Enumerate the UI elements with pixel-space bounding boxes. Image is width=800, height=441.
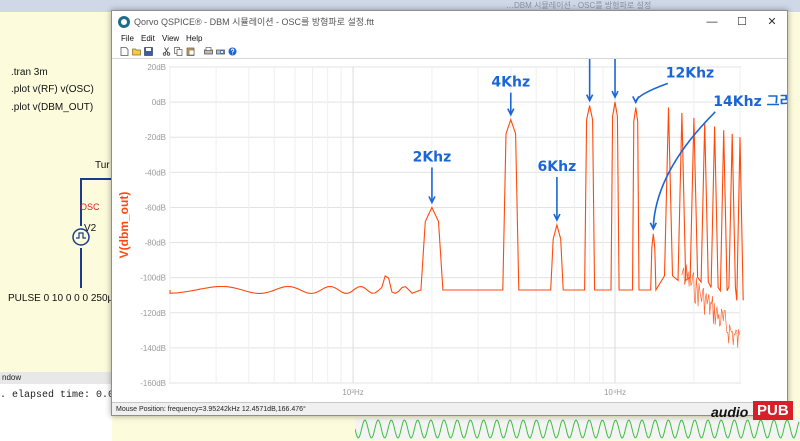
wire [80, 178, 111, 180]
y-tick-label: 20dB [147, 63, 166, 72]
window-titlebar[interactable]: Qorvo QSPICE® - DBM 시뮬레이션 - OSC를 방형파로 설정… [112, 11, 787, 33]
print-icon[interactable] [204, 47, 213, 56]
annotation-label: 4Khz [491, 75, 530, 91]
open-icon[interactable] [132, 47, 141, 56]
x-tick-label: 10⁴Hz [604, 388, 626, 397]
copy-icon[interactable] [174, 47, 183, 56]
menu-help[interactable]: Help [186, 33, 202, 45]
directive-plot-rf-osc: .plot v(RF) v(OSC) [11, 84, 94, 95]
cut-icon[interactable] [162, 47, 171, 56]
y-tick-label: 0dB [152, 98, 166, 107]
logo-pub-text: PUB [753, 401, 793, 420]
y-tick-label: -20dB [145, 133, 166, 142]
close-button[interactable]: ✕ [757, 11, 787, 33]
menu-file[interactable]: File [121, 33, 134, 45]
output-panel-text: . elapsed time: 0.0 [0, 390, 115, 401]
y-tick-label: -100dB [140, 274, 166, 283]
directive-plot-dbm-out: .plot v(DBM_OUT) [11, 102, 94, 113]
spectrum-chart[interactable]: 20dB 0dB -20dB -40dB -60dB -80dB -100dB -120dB -… [112, 7, 800, 402]
window-title: Qorvo QSPICE® - DBM 시뮬레이션 - OSC를 방형파로 설정… [134, 17, 375, 27]
y-tick-label: -60dB [145, 203, 166, 212]
menu-edit[interactable]: Edit [141, 33, 155, 45]
logo-audio-text: audio [711, 404, 749, 420]
wire [80, 248, 82, 288]
status-bar: Mouse Position: frequency=3.95242kHz 12.… [112, 402, 787, 415]
y-tick-label: -80dB [145, 239, 166, 248]
component-label-tur: Tur [95, 160, 110, 171]
annotation-label: 6Khz [538, 159, 577, 175]
annotation-label: 12Khz [666, 65, 714, 81]
new-icon[interactable] [120, 47, 129, 56]
y-axis-label: V(dbm_out) [117, 192, 131, 259]
y-tick-label: -160dB [140, 379, 166, 388]
waveform-window[interactable]: Qorvo QSPICE® - DBM 시뮬레이션 - OSC를 방형파로 설정… [111, 7, 800, 416]
annotation-label: 14Khz 그리고 기타 [713, 94, 787, 110]
output-panel-title: ndow [0, 372, 114, 384]
help-icon[interactable] [228, 47, 237, 56]
print-preview-icon[interactable] [216, 47, 225, 56]
audiopub-logo: audio PUB [711, 398, 800, 428]
menu-view[interactable]: View [162, 33, 179, 45]
x-tick-label: 10³Hz [342, 388, 363, 397]
toolbar [112, 45, 787, 59]
pulse-source-value: PULSE 0 10 0 0 0 250µ [8, 293, 114, 304]
directive-tran: .tran 3m [11, 67, 48, 78]
y-tick-label: -120dB [140, 309, 166, 318]
annotation-label: 2Khz [413, 149, 452, 165]
net-label-osc: OSC [80, 202, 100, 212]
maximize-button[interactable]: ☐ [727, 11, 757, 33]
y-tick-label: -140dB [140, 344, 166, 353]
paste-icon[interactable] [186, 47, 195, 56]
menubar: File Edit View Help [112, 33, 787, 45]
save-icon[interactable] [144, 47, 153, 56]
component-label-v2: V2 [84, 223, 97, 234]
minimize-button[interactable]: — [697, 11, 727, 33]
qspice-app-icon [118, 16, 130, 28]
y-tick-label: -40dB [145, 168, 166, 177]
plot-area[interactable]: 20dB 0dB -20dB -40dB -60dB -80dB -100dB -120dB -… [112, 7, 800, 402]
